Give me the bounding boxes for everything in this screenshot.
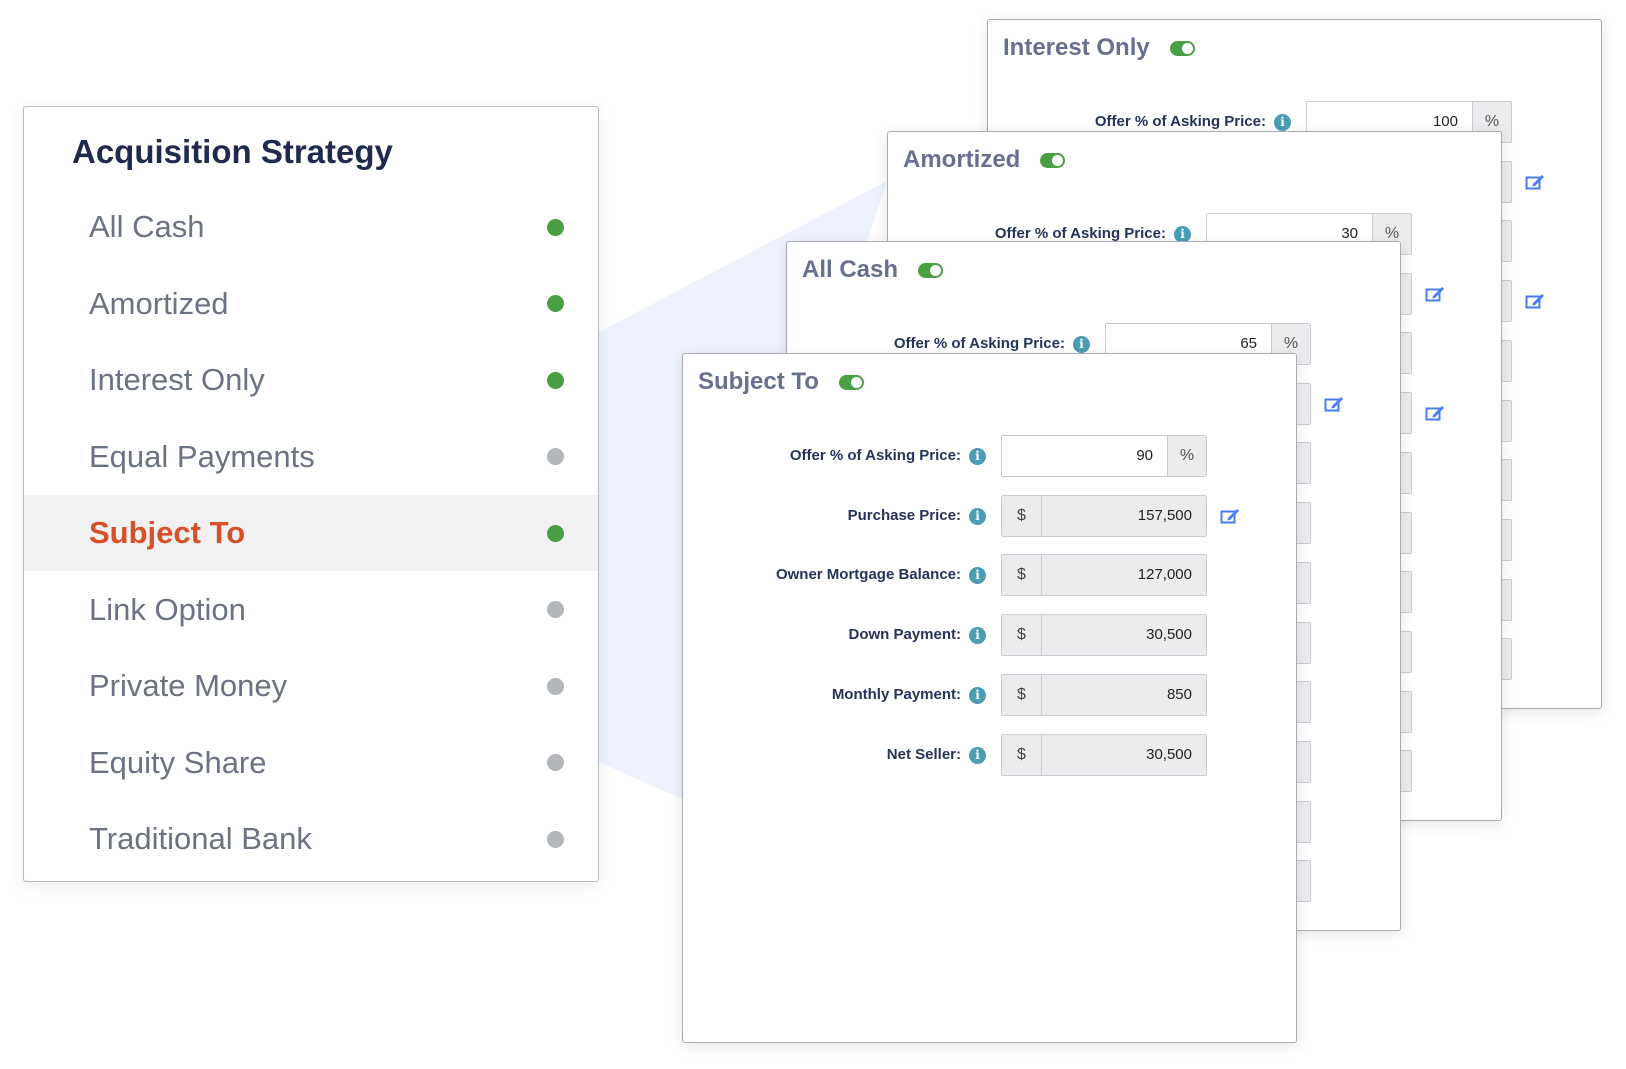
sidebar-item-label: Subject To [89, 515, 246, 550]
sidebar-item-equity-share[interactable]: Equity Share [24, 725, 598, 801]
field-input[interactable]: 90% [1001, 435, 1207, 477]
unit-prefix: $ [1002, 615, 1042, 656]
field-label: Offer % of Asking Price: [893, 335, 1065, 352]
field-label: Net Seller: [886, 745, 961, 763]
field-value: 157,500 [1137, 506, 1192, 524]
field-value: 127,000 [1137, 566, 1192, 584]
info-icon[interactable]: i [969, 448, 986, 465]
field-input[interactable]: $30,500 [1001, 614, 1207, 657]
sidebar-item-label: Private Money [89, 668, 288, 703]
edit-icon[interactable] [1525, 173, 1545, 191]
strategy-card-subject-to: Subject To Offer % of Asking Price: i 90% P… [682, 353, 1297, 1043]
info-icon[interactable]: i [1274, 114, 1291, 131]
field-label: Offer % of Asking Price: [994, 225, 1166, 242]
sidebar-item-all-cash[interactable]: All Cash [24, 189, 598, 265]
sidebar-item-equal-payments[interactable]: Equal Payments [24, 419, 598, 495]
edit-icon[interactable] [1525, 292, 1545, 310]
sidebar-item-link-option[interactable]: Link Option [24, 572, 598, 648]
field-row: Offer % of Asking Price: i 90% [683, 435, 1298, 477]
info-icon[interactable]: i [969, 567, 986, 585]
field-label: Purchase Price: [847, 506, 961, 524]
field-value[interactable]: 90 [1002, 436, 1167, 476]
field-value: 850 [1166, 685, 1192, 703]
field-value: 30,500 [1146, 745, 1192, 763]
field-input[interactable]: $127,000 [1001, 554, 1207, 597]
card-title-text: Subject To [698, 368, 819, 395]
info-icon[interactable]: i [1073, 336, 1090, 353]
sidebar-item-label: Equity Share [89, 744, 267, 780]
field-input[interactable]: $850 [1001, 673, 1207, 716]
status-dot-icon [547, 677, 564, 695]
field-input[interactable]: $157,500 [1001, 494, 1207, 537]
edit-icon[interactable] [1324, 395, 1344, 413]
unit-prefix: $ [1002, 734, 1042, 775]
unit-suffix: % [1167, 436, 1206, 476]
field-label: Monthly Payment: [831, 685, 961, 703]
sidebar-item-label: Interest Only [89, 362, 265, 397]
field-label: Offer % of Asking Price: [789, 447, 961, 464]
sidebar-item-subject-to[interactable]: Subject To [24, 495, 598, 571]
card-title: All Cash [802, 256, 944, 284]
edit-icon[interactable] [1220, 507, 1240, 525]
field-row: Owner Mortgage Balance: i $127,000 [683, 554, 1298, 597]
field-input[interactable]: $30,500 [1001, 733, 1207, 776]
edit-icon[interactable] [1425, 285, 1445, 303]
acquisition-strategy-panel: Acquisition Strategy All Cash Amortized … [23, 106, 599, 882]
sidebar-item-label: Traditional Bank [89, 821, 312, 856]
field-label: Offer % of Asking Price: [1094, 113, 1266, 130]
sidebar-item-label: All Cash [89, 209, 205, 244]
card-title-text: Interest Only [1003, 34, 1150, 61]
sidebar-item-label: Amortized [89, 285, 229, 321]
field-value: 30,500 [1146, 626, 1192, 644]
sidebar-item-label: Equal Payments [89, 438, 315, 474]
status-dot-icon [547, 524, 564, 542]
status-dot-icon [547, 830, 564, 848]
card-title: Amortized [903, 146, 1066, 174]
card-title-text: All Cash [802, 256, 899, 283]
field-row: Down Payment: i $30,500 [683, 614, 1298, 657]
sidebar-item-amortized[interactable]: Amortized [24, 266, 598, 342]
enable-toggle[interactable] [838, 374, 864, 390]
info-icon[interactable]: i [969, 507, 986, 525]
info-icon[interactable]: i [969, 627, 986, 645]
status-dot-icon [547, 218, 564, 236]
status-dot-icon [547, 295, 564, 312]
unit-prefix: $ [1002, 495, 1042, 536]
enable-toggle[interactable] [1040, 152, 1066, 168]
edit-icon[interactable] [1425, 404, 1445, 422]
enable-toggle[interactable] [918, 262, 944, 278]
field-label: Down Payment: [848, 626, 961, 644]
info-icon[interactable]: i [969, 686, 986, 704]
enable-toggle[interactable] [1169, 40, 1195, 56]
card-title: Interest Only [1003, 34, 1195, 62]
status-dot-icon [547, 754, 564, 771]
sidebar-item-interest-only[interactable]: Interest Only [24, 342, 598, 418]
status-dot-icon [547, 371, 564, 389]
card-title-text: Amortized [903, 146, 1021, 173]
info-icon[interactable]: i [969, 746, 986, 764]
card-title: Subject To [698, 368, 864, 396]
sidebar-item-label: Link Option [89, 591, 246, 627]
field-label: Owner Mortgage Balance: [775, 566, 961, 584]
field-row: Purchase Price: i $157,500 [683, 494, 1298, 537]
panel-title: Acquisition Strategy [72, 133, 393, 170]
sidebar-item-private-money[interactable]: Private Money [24, 648, 598, 724]
field-row: Net Seller: i $30,500 [683, 733, 1298, 776]
field-row: Monthly Payment: i $850 [683, 673, 1298, 716]
unit-prefix: $ [1002, 555, 1042, 596]
status-dot-icon [547, 601, 564, 618]
sidebar-item-traditional-bank[interactable]: Traditional Bank [24, 801, 598, 877]
status-dot-icon [547, 448, 564, 465]
unit-prefix: $ [1002, 674, 1042, 715]
